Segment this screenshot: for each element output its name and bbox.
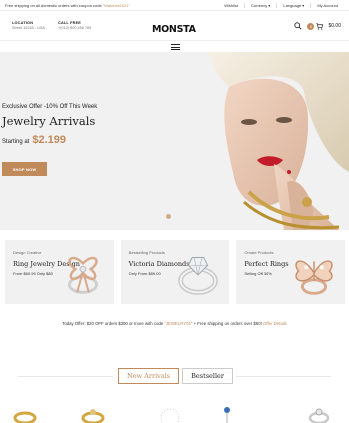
hero-model-image: [189, 52, 349, 230]
banner-victoria-diamonds[interactable]: Bestselling Products Victoria Diamonds O…: [120, 240, 230, 304]
banner-price: From $60.99 Only $80: [13, 271, 53, 276]
hero-subtitle: Exclusive Offer -10% Off This Week: [2, 104, 98, 110]
promo-banners: Design Creative Ring Jewelry Design From…: [5, 240, 346, 304]
banner-title: Perfect Rings: [244, 260, 289, 268]
banner-perfect-rings[interactable]: Ornate Products Perfect Rings Selling Of…: [236, 240, 346, 304]
banner-category: Design Creative: [13, 250, 42, 255]
bow-ring-image: [67, 256, 98, 294]
top-links: Wishlist Currency ▾ Language ▾ My Accoun…: [218, 3, 344, 8]
banner-price: Selling Off 30%: [244, 271, 272, 276]
language-dropdown[interactable]: Language ▾: [276, 3, 310, 8]
product-thumbnail[interactable]: [212, 400, 242, 423]
hero-title: Jewelry Arrivals: [2, 114, 96, 128]
hero-starting: Starting at $2.199: [2, 134, 66, 146]
menu-toggle-icon[interactable]: [171, 44, 180, 50]
call-info: CALL FREE +(012) 800 456 789: [58, 21, 91, 31]
banner-price: Only From $89.00: [128, 271, 161, 276]
top-bar: Free shipping on all domestic orders wit…: [0, 0, 349, 11]
banner-category: Bestselling Products: [128, 250, 165, 255]
cart-count-badge[interactable]: 0: [307, 22, 315, 30]
product-thumbnail[interactable]: [155, 400, 185, 423]
product-thumbnail[interactable]: [10, 400, 40, 423]
promo-code: "Watches2021": [102, 3, 130, 8]
logo-text: MONSTA: [152, 23, 196, 35]
cart-total[interactable]: $0.00: [328, 23, 341, 29]
location-info: LOCATION Street 10245 - USA: [12, 21, 45, 31]
header-actions: 0 $0.00: [294, 22, 341, 30]
offer-code: "JEWELRY01": [164, 321, 193, 326]
product-tabs: New Arrivals Bestseller: [118, 368, 233, 384]
shop-now-button[interactable]: SHOP NOW: [2, 162, 47, 176]
promo-text: Free shipping on all domestic orders wit…: [5, 3, 130, 8]
slider-dot[interactable]: [166, 214, 171, 219]
currency-dropdown[interactable]: Currency ▾: [244, 3, 276, 8]
tabs-divider-right: [236, 376, 331, 377]
offer-text: Today Offer: $20 OFF orders $300 or more…: [62, 321, 165, 326]
cart-icon[interactable]: [316, 22, 324, 30]
offer-strip: Today Offer: $20 OFF orders $300 or more…: [0, 321, 349, 326]
butterfly-ring-image: [295, 260, 333, 295]
wishlist-link[interactable]: Wishlist: [218, 3, 244, 8]
diamond-ring-image: [178, 257, 219, 295]
banner-category: Ornate Products: [244, 250, 274, 255]
search-icon[interactable]: [294, 22, 303, 30]
offer-details-link[interactable]: Offer Details: [263, 321, 287, 326]
location-value: Street 10245 - USA: [12, 26, 45, 30]
product-thumbnail[interactable]: [78, 400, 108, 423]
starting-label: Starting at: [2, 139, 30, 145]
site-logo[interactable]: MONSTA: [151, 22, 196, 36]
banner-ring-jewelry[interactable]: Design Creative Ring Jewelry Design From…: [5, 240, 114, 304]
offer-text-after: + Free shipping on orders over $60!: [192, 321, 263, 326]
my-account-link[interactable]: My Account: [310, 3, 344, 8]
hero-slider: Exclusive Offer -10% Off This Week Jewel…: [0, 52, 349, 230]
product-row: [0, 400, 349, 423]
site-header: LOCATION Street 10245 - USA CALL FREE +(…: [0, 11, 349, 41]
product-thumbnail[interactable]: [304, 400, 334, 423]
call-value: +(012) 800 456 789: [58, 26, 92, 30]
hero-price: $2.199: [32, 134, 67, 146]
tab-new-arrivals[interactable]: New Arrivals: [118, 368, 180, 384]
tabs-divider-left: [18, 376, 113, 377]
tab-bestseller[interactable]: Bestseller: [182, 368, 233, 384]
promo-label: Free shipping on all domestic orders wit…: [5, 3, 103, 8]
